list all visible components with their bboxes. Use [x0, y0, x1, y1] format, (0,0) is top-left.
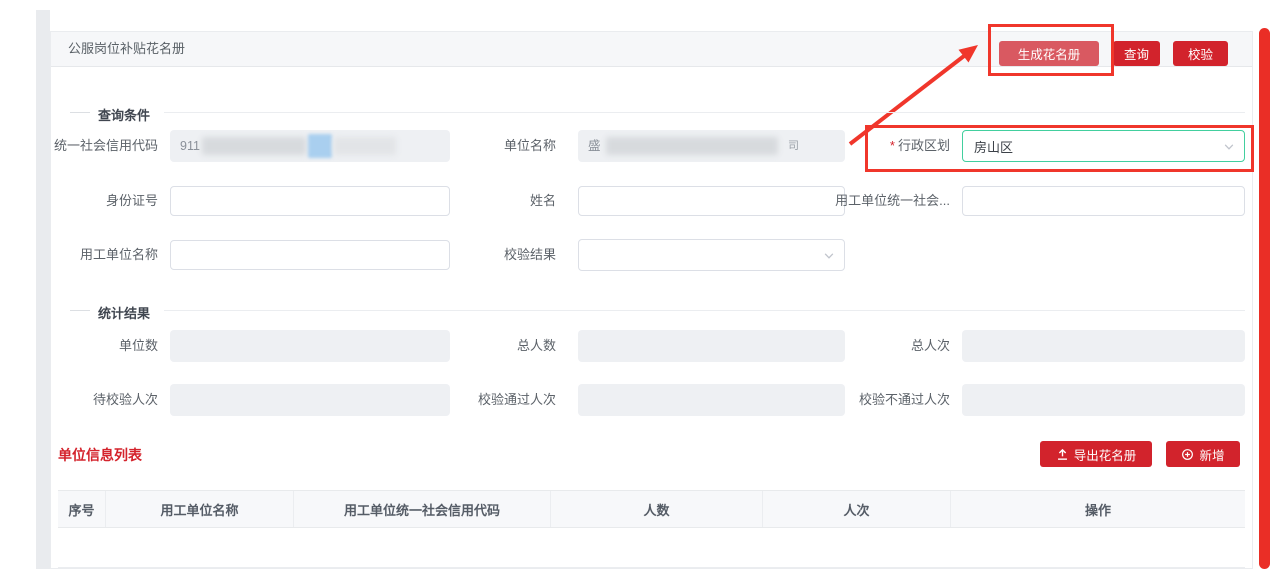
unit-name-value-end: 司 — [788, 130, 799, 162]
failed-times-input — [962, 384, 1245, 416]
field-label-employer-credit-code: 用工单位统一社会... — [800, 185, 950, 217]
circle-plus-icon — [1181, 448, 1194, 461]
credit-code-value: 911 — [180, 130, 200, 162]
employer-credit-code-input[interactable] — [962, 186, 1245, 216]
divider-tick — [70, 112, 90, 113]
table-header-actions: 操作 — [950, 491, 1245, 527]
field-label-unit-name: 单位名称 — [436, 130, 556, 162]
field-label-total-people: 总人数 — [436, 330, 556, 362]
passed-times-input — [578, 384, 845, 416]
divider-line — [164, 310, 1245, 311]
generate-roster-button[interactable]: 生成花名册 — [999, 41, 1099, 66]
field-label-district: *行政区划 — [810, 130, 950, 162]
export-icon — [1056, 448, 1069, 461]
unit-name-input: 盛 司 — [578, 130, 845, 162]
field-label-failed-times: 校验不通过人次 — [810, 384, 950, 416]
table-header-serial: 序号 — [58, 491, 105, 527]
chevron-down-icon — [1223, 141, 1235, 156]
field-label-employer-name: 用工单位名称 — [28, 239, 158, 271]
section-title-unit-list: 单位信息列表 — [58, 445, 142, 465]
pending-times-input — [170, 384, 450, 416]
table-body-empty — [58, 528, 1245, 568]
check-result-select[interactable] — [578, 239, 845, 271]
employer-name-input[interactable] — [170, 240, 450, 270]
scrollbar-thumb[interactable] — [1259, 28, 1270, 569]
field-label-pending-times: 待校验人次 — [28, 384, 158, 416]
redaction-blur — [606, 137, 778, 155]
total-people-input — [578, 330, 845, 362]
district-label-text: 行政区划 — [898, 138, 950, 153]
add-button[interactable]: 新增 — [1166, 441, 1240, 467]
required-asterisk: * — [890, 138, 895, 153]
page: 公服岗位补贴花名册 生成花名册 查询 校验 查询条件 统一社会信用代码 911 … — [0, 0, 1280, 569]
divider-line — [164, 112, 1245, 113]
export-roster-button[interactable]: 导出花名册 — [1040, 441, 1152, 467]
field-label-name: 姓名 — [436, 185, 556, 217]
credit-code-input: 911 — [170, 130, 450, 162]
table-header-row: 序号 用工单位名称 用工单位统一社会信用代码 人数 人次 操作 — [58, 490, 1245, 528]
add-button-label: 新增 — [1199, 445, 1224, 464]
field-label-id-number: 身份证号 — [28, 185, 158, 217]
table-header-people-count: 人数 — [550, 491, 762, 527]
field-label-credit-code: 统一社会信用代码 — [28, 130, 158, 162]
field-label-passed-times: 校验通过人次 — [436, 384, 556, 416]
unit-name-value-start: 盛 — [588, 130, 601, 162]
district-select-value: 房山区 — [974, 137, 1013, 156]
query-button[interactable]: 查询 — [1113, 41, 1160, 66]
table-header-person-times: 人次 — [762, 491, 950, 527]
export-roster-label: 导出花名册 — [1074, 445, 1137, 464]
district-select[interactable]: 房山区 — [962, 130, 1245, 162]
unit-count-input — [170, 330, 450, 362]
section-title-query: 查询条件 — [98, 105, 150, 124]
chevron-down-icon — [823, 250, 835, 265]
check-button[interactable]: 校验 — [1173, 41, 1228, 66]
divider-tick — [70, 310, 90, 311]
total-times-input — [962, 330, 1245, 362]
field-label-check-result: 校验结果 — [436, 239, 556, 271]
field-label-unit-count: 单位数 — [28, 330, 158, 362]
section-title-stats: 统计结果 — [98, 303, 150, 322]
field-label-total-times: 总人次 — [810, 330, 950, 362]
page-background-strip — [36, 10, 50, 569]
table-header-employer-code: 用工单位统一社会信用代码 — [293, 491, 550, 527]
redaction-blur — [202, 137, 306, 155]
redaction-blur — [334, 137, 396, 155]
page-title: 公服岗位补贴花名册 — [68, 32, 185, 66]
redaction-highlight-blue — [308, 134, 332, 158]
id-number-input[interactable] — [170, 186, 450, 216]
table-header-employer-name: 用工单位名称 — [105, 491, 293, 527]
